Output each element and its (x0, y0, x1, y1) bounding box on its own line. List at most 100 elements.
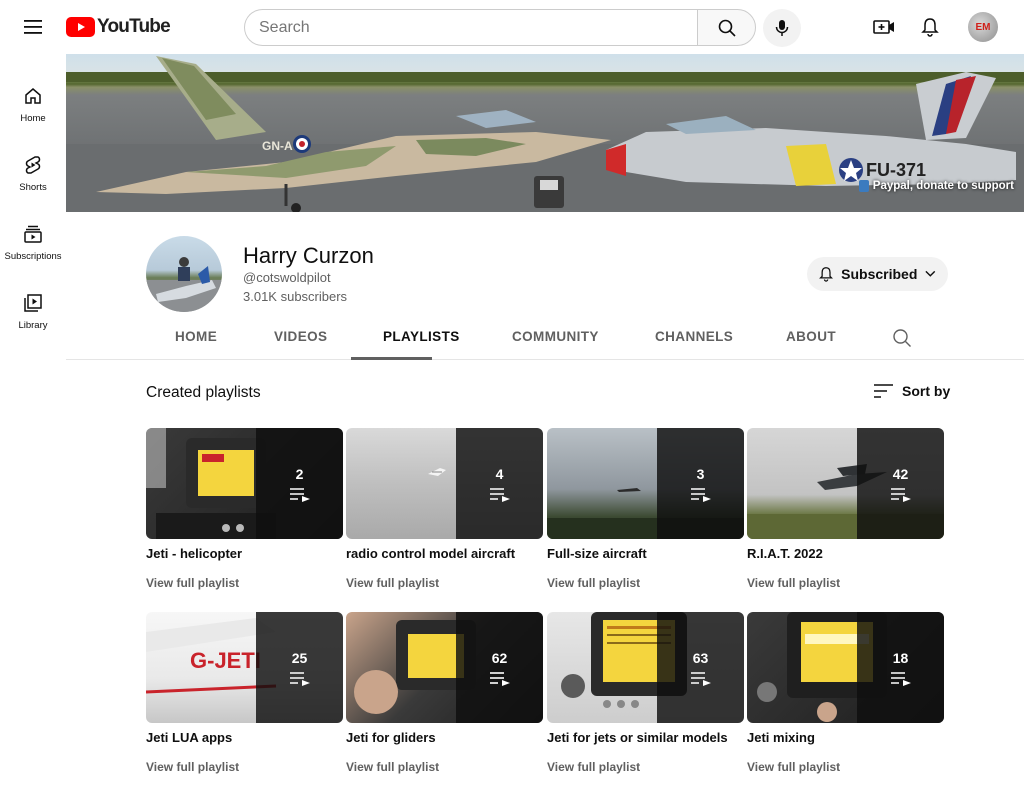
playlist-card[interactable]: 63 Jeti for jets or similar models View … (547, 612, 744, 782)
playlist-icon (690, 487, 711, 502)
playlist-video-count: 4 (495, 465, 504, 482)
subscribed-button[interactable]: Subscribed (807, 257, 948, 291)
playlist-thumbnail[interactable]: G-JETI 25 (146, 612, 343, 723)
playlist-count-overlay: 18 (857, 612, 944, 723)
hamburger-menu-button[interactable] (18, 12, 48, 42)
playlist-title[interactable]: R.I.A.T. 2022 (747, 546, 823, 561)
account-avatar[interactable]: EM (968, 12, 998, 42)
playlist-thumbnail[interactable]: 42 (747, 428, 944, 539)
channel-banner: FU-371 GN-A Paypal, donate to support (66, 54, 1024, 212)
subscriptions-icon (24, 225, 42, 243)
view-full-playlist-link[interactable]: View full playlist (747, 576, 840, 590)
tab-about[interactable]: ABOUT (786, 329, 836, 344)
sidebar-item-label: Library (18, 320, 48, 331)
playlist-video-count: 42 (892, 465, 909, 482)
home-icon (25, 88, 41, 104)
playlist-icon (890, 671, 911, 686)
subscribed-label: Subscribed (841, 266, 918, 282)
tab-home[interactable]: HOME (175, 329, 217, 344)
playlist-count-overlay: 62 (456, 612, 543, 723)
view-full-playlist-link[interactable]: View full playlist (547, 576, 640, 590)
playlist-title[interactable]: Jeti mixing (747, 730, 815, 745)
playlist-video-count: 25 (291, 649, 308, 666)
tab-playlists[interactable]: PLAYLISTS (383, 329, 460, 344)
playlist-icon (489, 487, 510, 502)
channel-tabs: HOME VIDEOS PLAYLISTS COMMUNITY CHANNELS… (66, 318, 1024, 360)
playlist-video-count: 3 (696, 465, 705, 482)
logo-text: YouTube (97, 16, 171, 37)
playlist-card[interactable]: 4 radio control model aircraft View full… (346, 428, 543, 598)
paypal-icon (858, 180, 869, 192)
playlist-title[interactable]: Jeti LUA apps (146, 730, 232, 745)
playlist-title[interactable]: Jeti for jets or similar models (547, 730, 728, 745)
sort-by-label: Sort by (902, 383, 951, 399)
channel-handle: @cotswoldpilot (243, 270, 331, 285)
playlist-icon (489, 671, 510, 686)
search-bar (244, 9, 756, 46)
tab-videos[interactable]: VIDEOS (274, 329, 327, 344)
playlist-video-count: 2 (295, 465, 304, 482)
channel-search-button[interactable] (892, 328, 912, 348)
sidebar-item-home[interactable]: Home (0, 68, 66, 130)
banner-fuselage-marking: GN-A (262, 139, 293, 153)
playlist-thumbnail[interactable]: 3 (547, 428, 744, 539)
playlist-thumbnail[interactable]: 62 (346, 612, 543, 723)
playlist-card[interactable]: 62 Jeti for gliders View full playlist (346, 612, 543, 782)
playlist-icon (690, 671, 711, 686)
playlist-title[interactable]: Jeti for gliders (346, 730, 436, 745)
view-full-playlist-link[interactable]: View full playlist (146, 576, 239, 590)
chevron-down-icon (925, 270, 936, 277)
create-button[interactable] (871, 14, 897, 40)
view-full-playlist-link[interactable]: View full playlist (346, 760, 439, 774)
playlist-title[interactable]: radio control model aircraft (346, 546, 515, 561)
view-full-playlist-link[interactable]: View full playlist (747, 760, 840, 774)
notifications-button[interactable] (917, 14, 943, 40)
sort-icon (874, 384, 893, 398)
playlist-card[interactable]: 42 R.I.A.T. 2022 View full playlist (747, 428, 944, 598)
view-full-playlist-link[interactable]: View full playlist (346, 576, 439, 590)
playlist-count-overlay: 42 (857, 428, 944, 539)
playlist-count-overlay: 25 (256, 612, 343, 723)
sidebar-item-subscriptions[interactable]: Subscriptions (0, 206, 66, 268)
donate-text: Paypal, donate to support (872, 180, 1014, 192)
sidebar: Home Shorts Subscriptions Library (0, 54, 66, 794)
view-full-playlist-link[interactable]: View full playlist (146, 760, 239, 774)
voice-search-button[interactable] (763, 9, 801, 47)
video-plus-icon (873, 20, 894, 34)
avatar-text: EM (975, 21, 991, 33)
playlist-video-count: 18 (892, 649, 909, 666)
channel-avatar-image (146, 257, 222, 312)
view-full-playlist-link[interactable]: View full playlist (547, 760, 640, 774)
playlist-card[interactable]: 18 Jeti mixing View full playlist (747, 612, 944, 782)
playlist-icon (289, 487, 310, 502)
playlist-card[interactable]: G-JETI 25 Jeti LUA apps View full playli… (146, 612, 343, 782)
playlist-card[interactable]: 3 Full-size aircraft View full playlist (547, 428, 744, 598)
playlist-thumbnail[interactable]: 4 (346, 428, 543, 539)
playlist-title[interactable]: Jeti - helicopter (146, 546, 242, 561)
playlist-title[interactable]: Full-size aircraft (547, 546, 647, 561)
channel-avatar[interactable] (146, 236, 222, 312)
playlist-thumbnail[interactable]: 18 (747, 612, 944, 723)
playlist-thumbnail[interactable]: 63 (547, 612, 744, 723)
playlist-video-count: 63 (692, 649, 709, 666)
sidebar-item-shorts[interactable]: Shorts (0, 137, 66, 199)
sidebar-item-library[interactable]: Library (0, 275, 66, 337)
banner-donate-link[interactable]: Paypal, donate to support (858, 180, 1014, 192)
bell-icon (921, 18, 939, 37)
playlist-count-overlay: 63 (657, 612, 744, 723)
sort-by-button[interactable]: Sort by (874, 383, 950, 399)
playlist-thumbnail[interactable]: 2 (146, 428, 343, 539)
top-bar: YouTube EM (0, 0, 1024, 54)
sidebar-item-label: Home (20, 113, 46, 124)
youtube-logo[interactable]: YouTube (66, 16, 171, 38)
play-icon (66, 17, 95, 37)
search-button[interactable] (697, 9, 756, 46)
active-tab-indicator (351, 357, 432, 360)
channel-name: Harry Curzon (243, 243, 374, 268)
playlist-icon (890, 487, 911, 502)
search-input[interactable] (244, 9, 697, 46)
playlist-count-overlay: 2 (256, 428, 343, 539)
tab-channels[interactable]: CHANNELS (655, 329, 733, 344)
playlist-card[interactable]: 2 Jeti - helicopter View full playlist (146, 428, 343, 598)
tab-community[interactable]: COMMUNITY (512, 329, 599, 344)
